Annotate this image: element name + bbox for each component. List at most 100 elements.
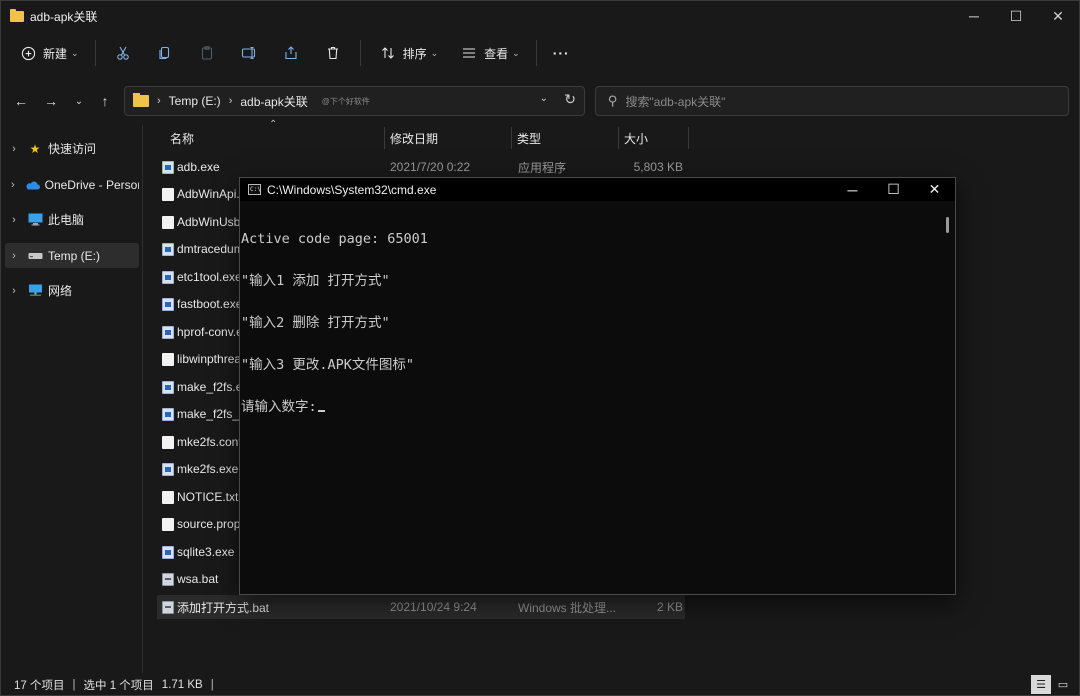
cmd-minimize-button[interactable]: ─: [832, 178, 873, 201]
close-button[interactable]: ✕: [1037, 1, 1079, 31]
sidebar-item-this-pc[interactable]: › 此电脑: [5, 207, 139, 232]
star-icon: ★: [29, 141, 41, 156]
cut-button[interactable]: [102, 38, 144, 68]
more-icon: ···: [552, 45, 570, 61]
address-bar[interactable]: › Temp (E:) › adb-apk关联 @下个好软件 ⌄ ↻: [124, 86, 585, 116]
sidebar-item-temp-drive[interactable]: › Temp (E:): [5, 243, 139, 268]
arrow-right-icon: →: [44, 93, 58, 109]
file-name: fastboot.exe: [177, 297, 243, 311]
new-button-label: 新建: [43, 46, 68, 61]
item-count: 17 个项目: [14, 680, 65, 692]
console-line: "输入2 删除 打开方式": [241, 315, 390, 331]
more-options-button[interactable]: ···: [543, 38, 580, 68]
arrow-up-icon: ↑: [101, 93, 109, 109]
column-header-date[interactable]: 修改日期: [390, 130, 438, 147]
new-button[interactable]: 新建 ⌄: [1, 38, 89, 68]
copy-icon: [154, 42, 176, 64]
sidebar-item-quick-access[interactable]: › ★ 快速访问: [5, 136, 139, 161]
chevron-right-icon[interactable]: ›: [5, 143, 23, 155]
up-button[interactable]: ↑: [93, 89, 117, 113]
cmd-window-controls: ─ ☐ ✕: [832, 178, 955, 201]
explorer-titlebar[interactable]: adb-apk关联 ─ ☐ ✕: [1, 1, 1079, 31]
share-icon: [280, 42, 302, 64]
chevron-right-icon[interactable]: ›: [5, 179, 21, 191]
terminal-icon: C:\: [248, 184, 261, 195]
column-header-type[interactable]: 类型: [517, 130, 541, 147]
tiles-view-icon: ▭: [1057, 679, 1069, 691]
delete-button[interactable]: [312, 38, 354, 68]
view-button[interactable]: 查看 ⌄: [448, 38, 530, 68]
text-file-icon: [162, 435, 174, 449]
scrollbar-thumb[interactable]: [946, 217, 949, 233]
column-divider[interactable]: [384, 127, 385, 149]
file-size: 2 KB: [656, 600, 683, 614]
sidebar-item-label: Temp (E:): [48, 248, 101, 263]
sidebar-item-label: 此电脑: [48, 213, 85, 227]
sort-button[interactable]: 排序 ⌄: [367, 38, 449, 68]
status-divider: |: [72, 679, 76, 691]
column-divider[interactable]: [618, 127, 619, 149]
forward-button[interactable]: →: [39, 89, 63, 113]
maximize-button[interactable]: ☐: [995, 1, 1037, 31]
column-headers: ⌃ 名称 修改日期 类型 大小: [155, 119, 695, 151]
navigation-pane: › ★ 快速访问 › OneDrive - Personal › 此电脑 › T…: [1, 125, 143, 673]
executable-file-icon: [162, 242, 174, 256]
view-toggle: ☰ ▭: [1031, 675, 1073, 694]
search-icon: ⚲: [608, 93, 618, 108]
chevron-down-icon: ⌄: [71, 47, 79, 58]
breadcrumb-drive[interactable]: Temp (E:): [169, 94, 221, 108]
executable-file-icon: [162, 325, 174, 339]
file-name: 添加打开方式.bat: [177, 600, 270, 615]
cmd-close-button[interactable]: ✕: [914, 178, 955, 201]
console-output[interactable]: Active code page: 65001 "输入1 添加 打开方式" "输…: [240, 204, 940, 594]
copy-button[interactable]: [144, 38, 186, 68]
chevron-right-icon[interactable]: ›: [5, 285, 23, 297]
sort-label: 排序: [402, 46, 427, 61]
folder-icon: [10, 8, 24, 22]
table-row-selected[interactable]: 添加打开方式.bat 2021/10/24 9:24 Windows 批处理..…: [157, 595, 685, 619]
paste-button[interactable]: [186, 38, 228, 68]
share-button[interactable]: [270, 38, 312, 68]
tiles-view-button[interactable]: ▭: [1053, 675, 1073, 694]
column-header-name[interactable]: 名称: [170, 130, 194, 147]
folder-icon: [133, 93, 149, 107]
toolbar-divider: [359, 40, 361, 66]
console-prompt-line: 请输入数字:: [241, 400, 940, 414]
file-name: mke2fs.exe: [177, 462, 239, 476]
rename-button[interactable]: [228, 38, 270, 68]
view-label: 查看: [484, 46, 509, 61]
cmd-titlebar[interactable]: C:\ C:\Windows\System32\cmd.exe ─ ☐ ✕: [240, 178, 955, 201]
sidebar-item-label: OneDrive - Personal: [44, 177, 139, 192]
watermark-text: @下个好软件: [321, 96, 370, 106]
refresh-icon[interactable]: ↻: [564, 91, 576, 108]
chevron-right-icon[interactable]: ›: [5, 214, 23, 226]
sidebar-item-network[interactable]: › 网络: [5, 278, 139, 303]
batch-file-icon: [162, 572, 174, 586]
file-name: adb.exe: [177, 160, 220, 174]
chevron-right-icon[interactable]: ›: [5, 250, 23, 262]
sidebar-item-onedrive[interactable]: › OneDrive - Personal: [5, 172, 139, 197]
window-title: adb-apk关联: [30, 9, 98, 24]
executable-file-icon: [162, 462, 174, 476]
details-view-button[interactable]: ☰: [1031, 675, 1051, 694]
dll-file-icon: [162, 187, 174, 201]
minimize-button[interactable]: ─: [953, 1, 995, 31]
column-header-size[interactable]: 大小: [624, 130, 648, 147]
breadcrumb-folder[interactable]: adb-apk关联: [240, 93, 307, 110]
column-divider[interactable]: [511, 127, 512, 149]
search-box[interactable]: ⚲ 搜索"adb-apk关联": [595, 86, 1069, 116]
chevron-down-icon: ⌄: [512, 47, 520, 58]
dll-file-icon: [162, 352, 174, 366]
sidebar-item-label: 网络: [48, 284, 73, 298]
table-row[interactable]: adb.exe 2021/7/20 0:22 应用程序 5,803 KB: [157, 155, 685, 179]
batch-file-icon: [162, 600, 174, 614]
cmd-maximize-button[interactable]: ☐: [873, 178, 914, 201]
drive-icon: [27, 249, 43, 263]
back-button[interactable]: ←: [9, 89, 33, 113]
command-prompt-window[interactable]: C:\ C:\Windows\System32\cmd.exe ─ ☐ ✕ Ac…: [239, 177, 956, 595]
recent-locations-button[interactable]: ⌄: [67, 89, 91, 113]
column-divider[interactable]: [688, 127, 689, 149]
address-dropdown-icon[interactable]: ⌄: [540, 93, 548, 104]
executable-file-icon: [162, 545, 174, 559]
rename-icon: [238, 42, 260, 64]
